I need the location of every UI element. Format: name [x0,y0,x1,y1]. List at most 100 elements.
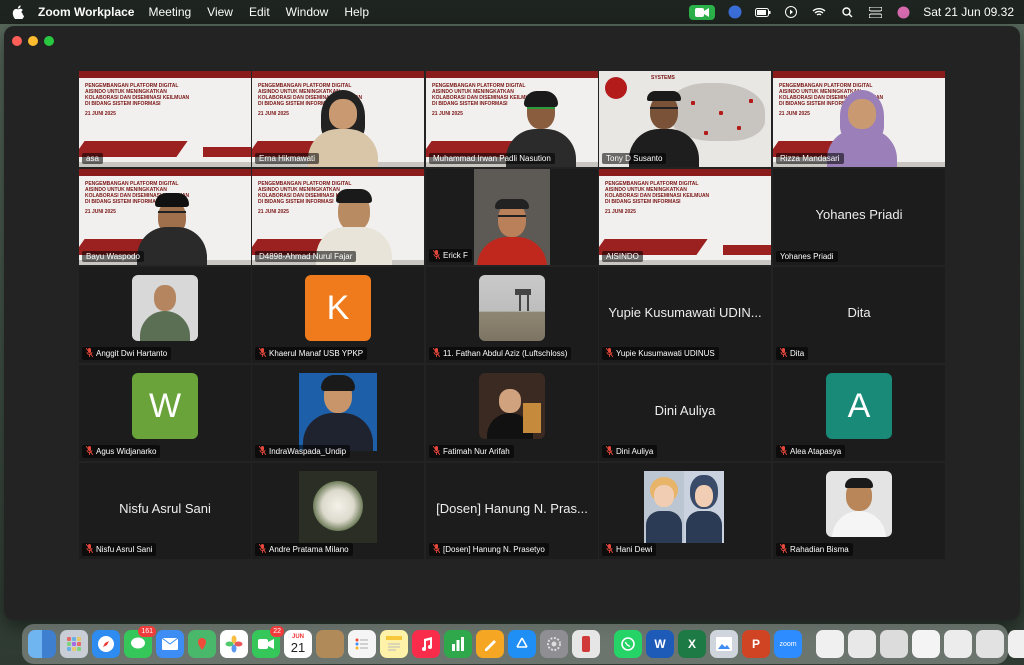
participant-tile[interactable]: 11. Fathan Abdul Aziz (Luftschloss) [426,267,598,363]
apple-icon[interactable] [12,5,26,19]
minimize-window-button[interactable] [28,36,38,46]
app-menu-zoom-workplace[interactable]: Zoom Workplace [38,5,134,19]
whatsapp-icon[interactable] [614,630,642,658]
participant-tile[interactable]: Yohanes Priadi Yohanes Priadi [773,169,945,265]
system-settings-icon[interactable] [540,630,568,658]
participant-display-name: Dini Auliya [654,403,716,418]
participant-tile[interactable]: PENGEMBANGAN PLATFORM DIGITAL AISINDO UN… [252,169,424,265]
participant-tile[interactable]: Rahadian Bisma [773,463,945,559]
control-center-icon[interactable] [867,5,883,19]
participant-tile[interactable]: PENGEMBANGAN PLATFORM DIGITAL AISINDO UN… [773,71,945,167]
slide-date: 21 JUNI 2025 [432,111,463,117]
finder-icon[interactable] [28,630,56,658]
participant-tile[interactable]: Andre Pratama Milano [252,463,424,559]
participant-tile[interactable]: Fatimah Nur Arifah [426,365,598,461]
recent-document-thumbnail[interactable] [944,630,972,658]
word-icon[interactable]: W [646,630,674,658]
iphone-mirroring-icon[interactable] [572,630,600,658]
participant-name-label: Nisfu Asrul Sani [82,543,157,556]
participant-video [474,169,550,265]
menu-view[interactable]: View [207,5,233,19]
search-icon[interactable] [839,5,855,19]
battery-icon[interactable] [755,5,771,19]
maps-icon[interactable] [188,630,216,658]
participant-tile[interactable]: Hani Dewi [599,463,771,559]
menu-window[interactable]: Window [286,5,329,19]
participant-video [137,185,207,265]
participant-tile[interactable]: Yupie Kusumawati UDIN... Yupie Kusumawat… [599,267,771,363]
music-icon[interactable] [412,630,440,658]
numbers-icon[interactable] [444,630,472,658]
close-window-button[interactable] [12,36,22,46]
profile-picture [479,373,545,439]
microphone-muted-icon [779,543,788,555]
recent-document-thumbnail[interactable] [976,630,1004,658]
participant-tile[interactable]: Nisfu Asrul Sani Nisfu Asrul Sani [79,463,251,559]
excel-icon[interactable]: X [678,630,706,658]
slide-date: 21 JUNI 2025 [85,209,116,215]
participant-name-label: Bayu Waspodo [82,251,144,262]
participant-tile[interactable]: PENGEMBANGAN PLATFORM DIGITAL AISINDO UN… [599,169,771,265]
menubar-clock[interactable]: Sat 21 Jun 09.32 [923,5,1014,19]
siri-icon[interactable] [895,5,911,19]
microphone-muted-icon [432,543,441,555]
menu-edit[interactable]: Edit [249,5,270,19]
avatar: W [132,373,198,439]
participant-tile[interactable]: Dini Auliya Dini Auliya [599,365,771,461]
powerpoint-icon[interactable]: P [742,630,770,658]
mail-icon[interactable] [156,630,184,658]
preview-icon[interactable] [710,630,738,658]
notes-brown-icon[interactable] [316,630,344,658]
slide-title: PENGEMBANGAN PLATFORM DIGITAL AISINDO UN… [605,181,710,205]
keyboard-input-icon[interactable] [727,5,743,19]
zoom-meeting-window: PENGEMBANGAN PLATFORM DIGITAL AISINDO UN… [4,26,1020,620]
pages-icon[interactable] [476,630,504,658]
participant-tile[interactable]: SYSTEMS Tony D Susanto [599,71,771,167]
slide-date: 21 JUNI 2025 [605,209,636,215]
participant-name-label: asa [82,153,103,164]
reminders-icon[interactable] [348,630,376,658]
wifi-icon[interactable] [811,5,827,19]
recent-document-thumbnail[interactable] [880,630,908,658]
play-icon[interactable] [783,5,799,19]
microphone-muted-icon [605,445,614,457]
participant-tile[interactable]: PENGEMBANGAN PLATFORM DIGITAL AISINDO UN… [79,71,251,167]
zoom-icon[interactable]: zoom [774,630,802,658]
recent-document-thumbnail[interactable] [848,630,876,658]
participant-tile[interactable]: K Khaerul Manaf USB YPKP [252,267,424,363]
participant-tile-active-speaker[interactable]: PENGEMBANGAN PLATFORM DIGITAL AISINDO UN… [252,71,424,167]
notes-icon[interactable] [380,630,408,658]
recent-document-thumbnail[interactable] [1008,630,1024,658]
calendar-icon[interactable]: JUN 21 [284,630,312,658]
participant-tile[interactable]: Anggit Dwi Hartanto [79,267,251,363]
participant-name-label: Agus Widjanarko [82,445,161,458]
safari-icon[interactable] [92,630,120,658]
recent-document-thumbnail[interactable] [816,630,844,658]
participant-tile[interactable]: PENGEMBANGAN PLATFORM DIGITAL AISINDO UN… [426,71,598,167]
participant-name-label: IndraWaspada_Undip [255,445,351,458]
menu-meeting[interactable]: Meeting [148,5,191,19]
participant-tile[interactable]: Erick F [426,169,598,265]
participant-name-label: Anggit Dwi Hartanto [82,347,172,360]
participant-tile[interactable]: Dita Dita [773,267,945,363]
zoom-status-icon[interactable] [689,4,716,20]
macos-dock: 161 22 JUN 21 W X P zoom [22,624,1024,664]
slide-date: 21 JUNI 2025 [258,209,289,215]
participant-tile[interactable]: [Dosen] Hanung N. Pras... [Dosen] Hanung… [426,463,598,559]
launchpad-icon[interactable] [60,630,88,658]
app-store-icon[interactable] [508,630,536,658]
participant-tile[interactable]: PENGEMBANGAN PLATFORM DIGITAL AISINDO UN… [79,169,251,265]
facetime-icon[interactable]: 22 [252,626,284,658]
participant-name-label: Fatimah Nur Arifah [429,445,514,458]
participant-tile[interactable]: A Alea Atapasya [773,365,945,461]
messages-icon[interactable]: 161 [124,626,156,658]
participant-tile[interactable]: W Agus Widjanarko [79,365,251,461]
menu-bar: Zoom Workplace Meeting View Edit Window … [0,0,1024,24]
recent-document-thumbnail[interactable] [912,630,940,658]
participant-name-label: Khaerul Manaf USB YPKP [255,347,368,360]
slide-date: 21 JUNI 2025 [258,111,289,117]
photos-icon[interactable] [220,630,248,658]
menu-help[interactable]: Help [344,5,369,19]
maximize-window-button[interactable] [44,36,54,46]
participant-tile[interactable]: IndraWaspada_Undip [252,365,424,461]
